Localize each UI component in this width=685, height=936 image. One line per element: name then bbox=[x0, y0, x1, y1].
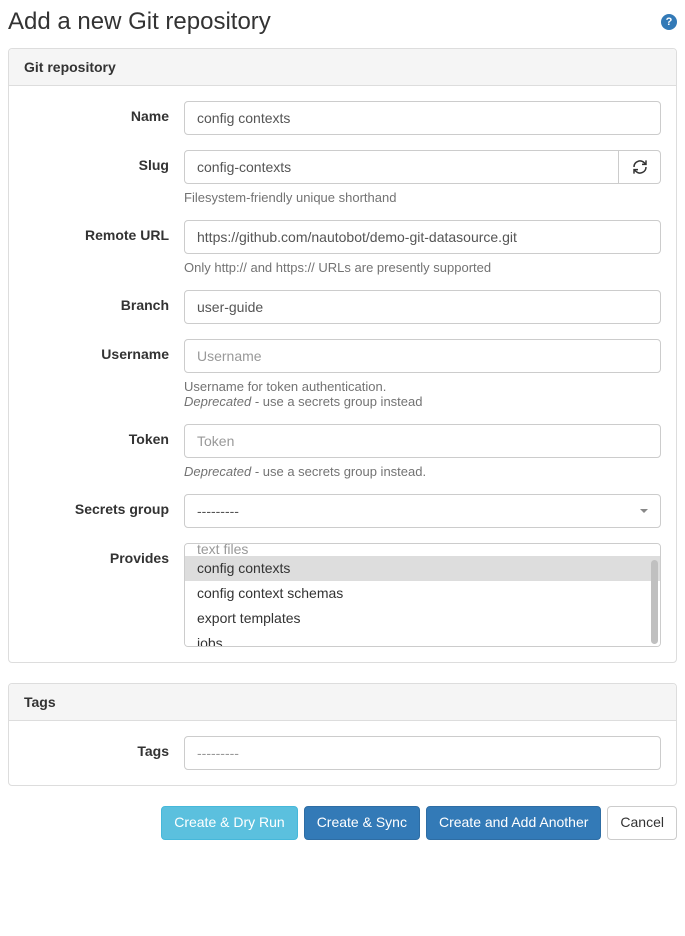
name-input[interactable] bbox=[184, 101, 661, 135]
remote-url-input[interactable] bbox=[184, 220, 661, 254]
secrets-group-select[interactable]: --------- bbox=[184, 494, 661, 528]
tags-input[interactable]: --------- bbox=[184, 736, 661, 770]
token-input[interactable] bbox=[184, 424, 661, 458]
git-repository-panel: Git repository Name Slug bbox=[8, 48, 677, 663]
username-label: Username bbox=[24, 339, 184, 409]
provides-multiselect[interactable]: text files config contexts config contex… bbox=[184, 543, 661, 647]
token-label: Token bbox=[24, 424, 184, 479]
cancel-button[interactable]: Cancel bbox=[607, 806, 677, 840]
slug-input[interactable] bbox=[184, 150, 619, 184]
slug-refresh-button[interactable] bbox=[619, 150, 661, 184]
provides-option-partial[interactable]: text files bbox=[185, 543, 660, 556]
provides-option-config-context-schemas[interactable]: config context schemas bbox=[185, 581, 660, 606]
tags-placeholder: --------- bbox=[197, 745, 239, 761]
slug-label: Slug bbox=[24, 150, 184, 205]
create-dry-run-button[interactable]: Create & Dry Run bbox=[161, 806, 297, 840]
provides-option-jobs[interactable]: jobs bbox=[185, 631, 660, 647]
provides-label: Provides bbox=[24, 543, 184, 647]
username-input[interactable] bbox=[184, 339, 661, 373]
slug-help: Filesystem-friendly unique shorthand bbox=[184, 190, 661, 205]
chevron-down-icon bbox=[640, 509, 648, 513]
remote-url-label: Remote URL bbox=[24, 220, 184, 275]
secrets-group-label: Secrets group bbox=[24, 494, 184, 528]
create-add-another-button[interactable]: Create and Add Another bbox=[426, 806, 601, 840]
provides-option-export-templates[interactable]: export templates bbox=[185, 606, 660, 631]
scrollbar[interactable] bbox=[651, 560, 658, 644]
tags-panel: Tags Tags --------- bbox=[8, 683, 677, 786]
refresh-icon bbox=[632, 159, 648, 175]
help-icon[interactable]: ? bbox=[661, 14, 677, 30]
button-row: Create & Dry Run Create & Sync Create an… bbox=[8, 806, 677, 840]
name-label: Name bbox=[24, 101, 184, 135]
panel-heading-git: Git repository bbox=[9, 49, 676, 86]
secrets-group-selected: --------- bbox=[197, 503, 239, 519]
branch-label: Branch bbox=[24, 290, 184, 324]
username-help: Username for token authentication. Depre… bbox=[184, 379, 661, 409]
page-title: Add a new Git repository bbox=[8, 8, 271, 36]
tags-label: Tags bbox=[24, 736, 184, 770]
provides-option-config-contexts[interactable]: config contexts bbox=[185, 556, 660, 581]
branch-input[interactable] bbox=[184, 290, 661, 324]
remote-url-help: Only http:// and https:// URLs are prese… bbox=[184, 260, 661, 275]
panel-heading-tags: Tags bbox=[9, 684, 676, 721]
token-help: Deprecated - use a secrets group instead… bbox=[184, 464, 661, 479]
create-sync-button[interactable]: Create & Sync bbox=[304, 806, 420, 840]
